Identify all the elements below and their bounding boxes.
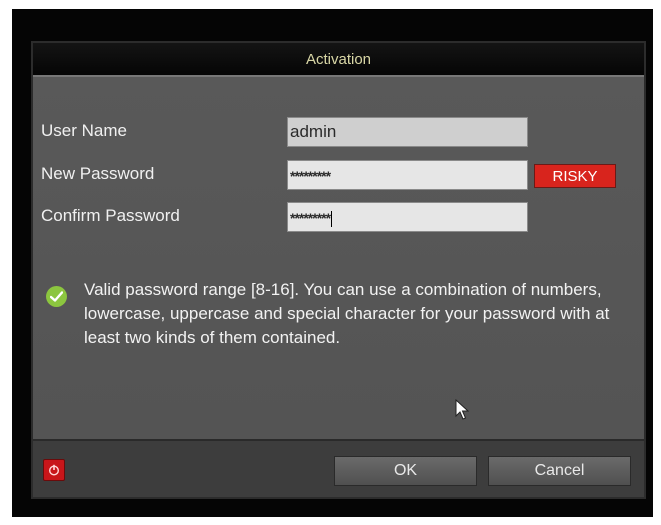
new-password-label: New Password	[41, 164, 155, 183]
check-icon	[46, 286, 67, 307]
new-password-field[interactable]: *********	[287, 160, 528, 190]
power-button[interactable]	[43, 459, 65, 481]
dialog-titlebar: Activation	[33, 43, 644, 77]
username-field[interactable]: admin	[287, 117, 528, 147]
dialog-title: Activation	[305, 51, 372, 68]
dialog-footer: OK Cancel	[33, 439, 644, 497]
password-rule-hint: Valid password range [8-16]. You can use…	[84, 280, 610, 347]
password-strength-badge: RISKY	[534, 164, 616, 188]
cancel-button[interactable]: Cancel	[488, 456, 631, 486]
username-label: User Name	[41, 121, 127, 140]
confirm-password-field[interactable]: *********	[287, 202, 528, 232]
text-caret	[331, 211, 333, 228]
power-icon	[48, 464, 60, 476]
activation-dialog: Activation User Name admin New Password …	[31, 41, 646, 499]
ok-button[interactable]: OK	[334, 456, 477, 486]
dialog-body: User Name admin New Password ********* R…	[33, 77, 644, 439]
new-password-value: *********	[290, 168, 331, 184]
check-mark-glyph	[50, 291, 63, 302]
confirm-password-label: Confirm Password	[41, 206, 180, 225]
confirm-password-value: *********	[290, 210, 331, 226]
mouse-pointer-icon	[455, 399, 469, 420]
